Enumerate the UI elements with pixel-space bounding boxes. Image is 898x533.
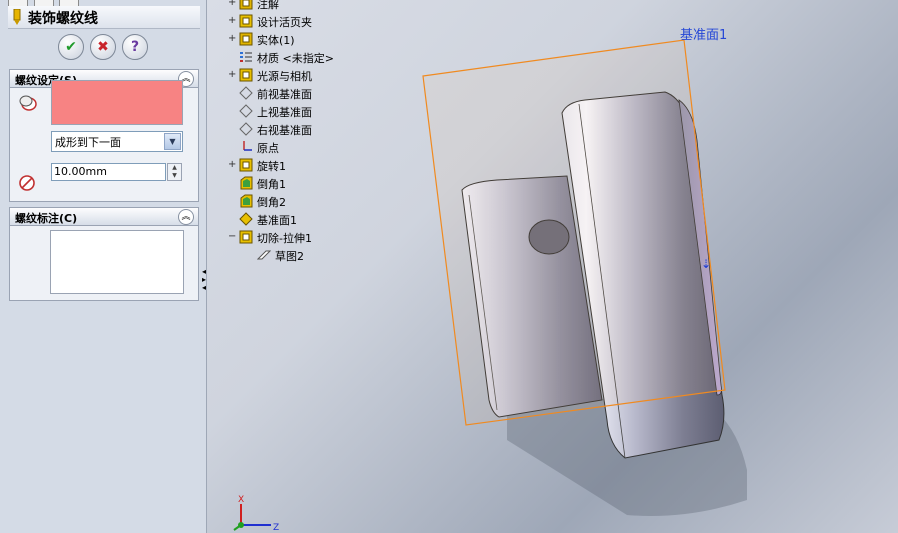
tree-expander-icon[interactable]	[246, 250, 255, 259]
x-axis-label: X	[238, 495, 244, 505]
chevron-down-icon[interactable]: ▼	[164, 133, 181, 150]
thread-settings-group: 螺纹设定(S) ︽ 成形到下一面 ▼ 10.00mm ▲ ▼	[9, 69, 199, 202]
tree-expander-icon[interactable]	[228, 52, 237, 61]
diameter-spinner[interactable]: ▲ ▼	[167, 163, 182, 181]
cosmetic-thread-icon	[13, 9, 21, 25]
tree-item-label: 注解	[257, 0, 279, 11]
plane-icon	[239, 86, 253, 100]
cancel-button[interactable]: ✖	[90, 34, 116, 60]
plane-icon	[239, 104, 253, 118]
tree-item-label: 切除-拉伸1	[257, 232, 312, 245]
tree-expander-icon[interactable]	[228, 88, 237, 97]
diameter-icon	[19, 175, 35, 191]
annotations-icon	[239, 0, 253, 10]
circular-edge-selection-box[interactable]	[51, 80, 183, 125]
property-manager-panel: 装饰螺纹线 ✔ ✖ ? 螺纹设定(S) ︽ 成形到下一面 ▼ 10.00mm ▲…	[0, 0, 203, 533]
tree-item-label: 倒角1	[257, 178, 286, 191]
tree-expander-icon[interactable]	[228, 106, 237, 115]
circular-edge-icon	[19, 95, 37, 111]
tree-expander-icon[interactable]: −	[228, 232, 237, 242]
tree-item-label: 前视基准面	[257, 88, 312, 101]
plane1-label[interactable]: 基准面1	[680, 24, 727, 43]
ok-button[interactable]: ✔	[58, 34, 84, 60]
tree-expander-icon[interactable]	[228, 178, 237, 187]
plane1-outline	[422, 39, 726, 426]
tree-expander-icon[interactable]: +	[228, 16, 237, 26]
splitter-grip-icon[interactable]: ◂ ▸ ◂	[202, 268, 206, 292]
plane-icon	[239, 122, 253, 136]
revolve-icon	[239, 158, 253, 172]
tree-item-label: 倒角2	[257, 196, 286, 209]
end-condition-value: 成形到下一面	[55, 136, 121, 149]
tree-expander-icon[interactable]	[228, 124, 237, 133]
z-axis-label: Z	[273, 523, 279, 533]
tree-item-label: 原点	[257, 142, 279, 155]
tree-expander-icon[interactable]: +	[228, 0, 237, 8]
tree-item-label: 右视基准面	[257, 124, 312, 137]
tree-item-label: 实体(1)	[257, 34, 295, 47]
thread-callout-title: 螺纹标注(C)	[15, 212, 78, 225]
graphics-viewport[interactable]: ⇣ 基准面1 + 注解 + 设计活页夹 + 实体(1) 材质 <未指定> + 光源与相机前视基准…	[207, 0, 898, 533]
chamfer-icon	[240, 194, 253, 208]
tree-item-label: 草图2	[275, 250, 304, 263]
tree-item-label: 材质 <未指定>	[257, 52, 334, 65]
property-manager-title-bar: 装饰螺纹线	[8, 6, 200, 29]
tree-item-label: 光源与相机	[257, 70, 312, 83]
help-button[interactable]: ?	[122, 34, 148, 60]
checkmark-icon: ✔	[65, 39, 77, 55]
page-title: 装饰螺纹线	[28, 11, 98, 27]
lights-camera-icon	[239, 68, 253, 82]
thread-callout-group: 螺纹标注(C) ︽	[9, 207, 199, 301]
tree-expander-icon[interactable]: +	[228, 160, 237, 170]
tree-expander-icon[interactable]	[228, 214, 237, 223]
tree-expander-icon[interactable]	[228, 196, 237, 205]
material-icon	[240, 52, 252, 62]
chamfer-icon	[240, 176, 253, 190]
thread-callout-textbox[interactable]	[50, 230, 184, 294]
design-binder-icon	[239, 14, 253, 28]
solid-bodies-icon	[239, 32, 253, 46]
plane-icon	[239, 212, 253, 226]
end-condition-select[interactable]: 成形到下一面 ▼	[51, 131, 183, 152]
tree-item-label: 基准面1	[257, 214, 297, 227]
tree-item-label: 设计活页夹	[257, 16, 312, 29]
edge-marker-icon: ⇣	[701, 257, 711, 271]
close-icon: ✖	[97, 39, 109, 55]
minor-diameter-input[interactable]: 10.00mm	[51, 163, 166, 181]
tree-expander-icon[interactable]: +	[228, 34, 237, 44]
minor-diameter-value: 10.00mm	[54, 165, 107, 178]
tree-item-label: 上视基准面	[257, 106, 312, 119]
collapse-chevron-icon[interactable]: ︽	[178, 209, 194, 225]
origin-icon	[243, 141, 252, 151]
axis-triad: X Z	[233, 495, 279, 533]
thread-callout-header[interactable]: 螺纹标注(C) ︽	[10, 208, 198, 226]
tree-item-label: 旋转1	[257, 160, 286, 173]
cut-extrude-icon	[239, 230, 253, 244]
tree-expander-icon[interactable]: +	[228, 70, 237, 80]
help-icon: ?	[130, 39, 140, 55]
tree-expander-icon[interactable]	[228, 142, 237, 151]
sketch-icon	[257, 250, 271, 260]
